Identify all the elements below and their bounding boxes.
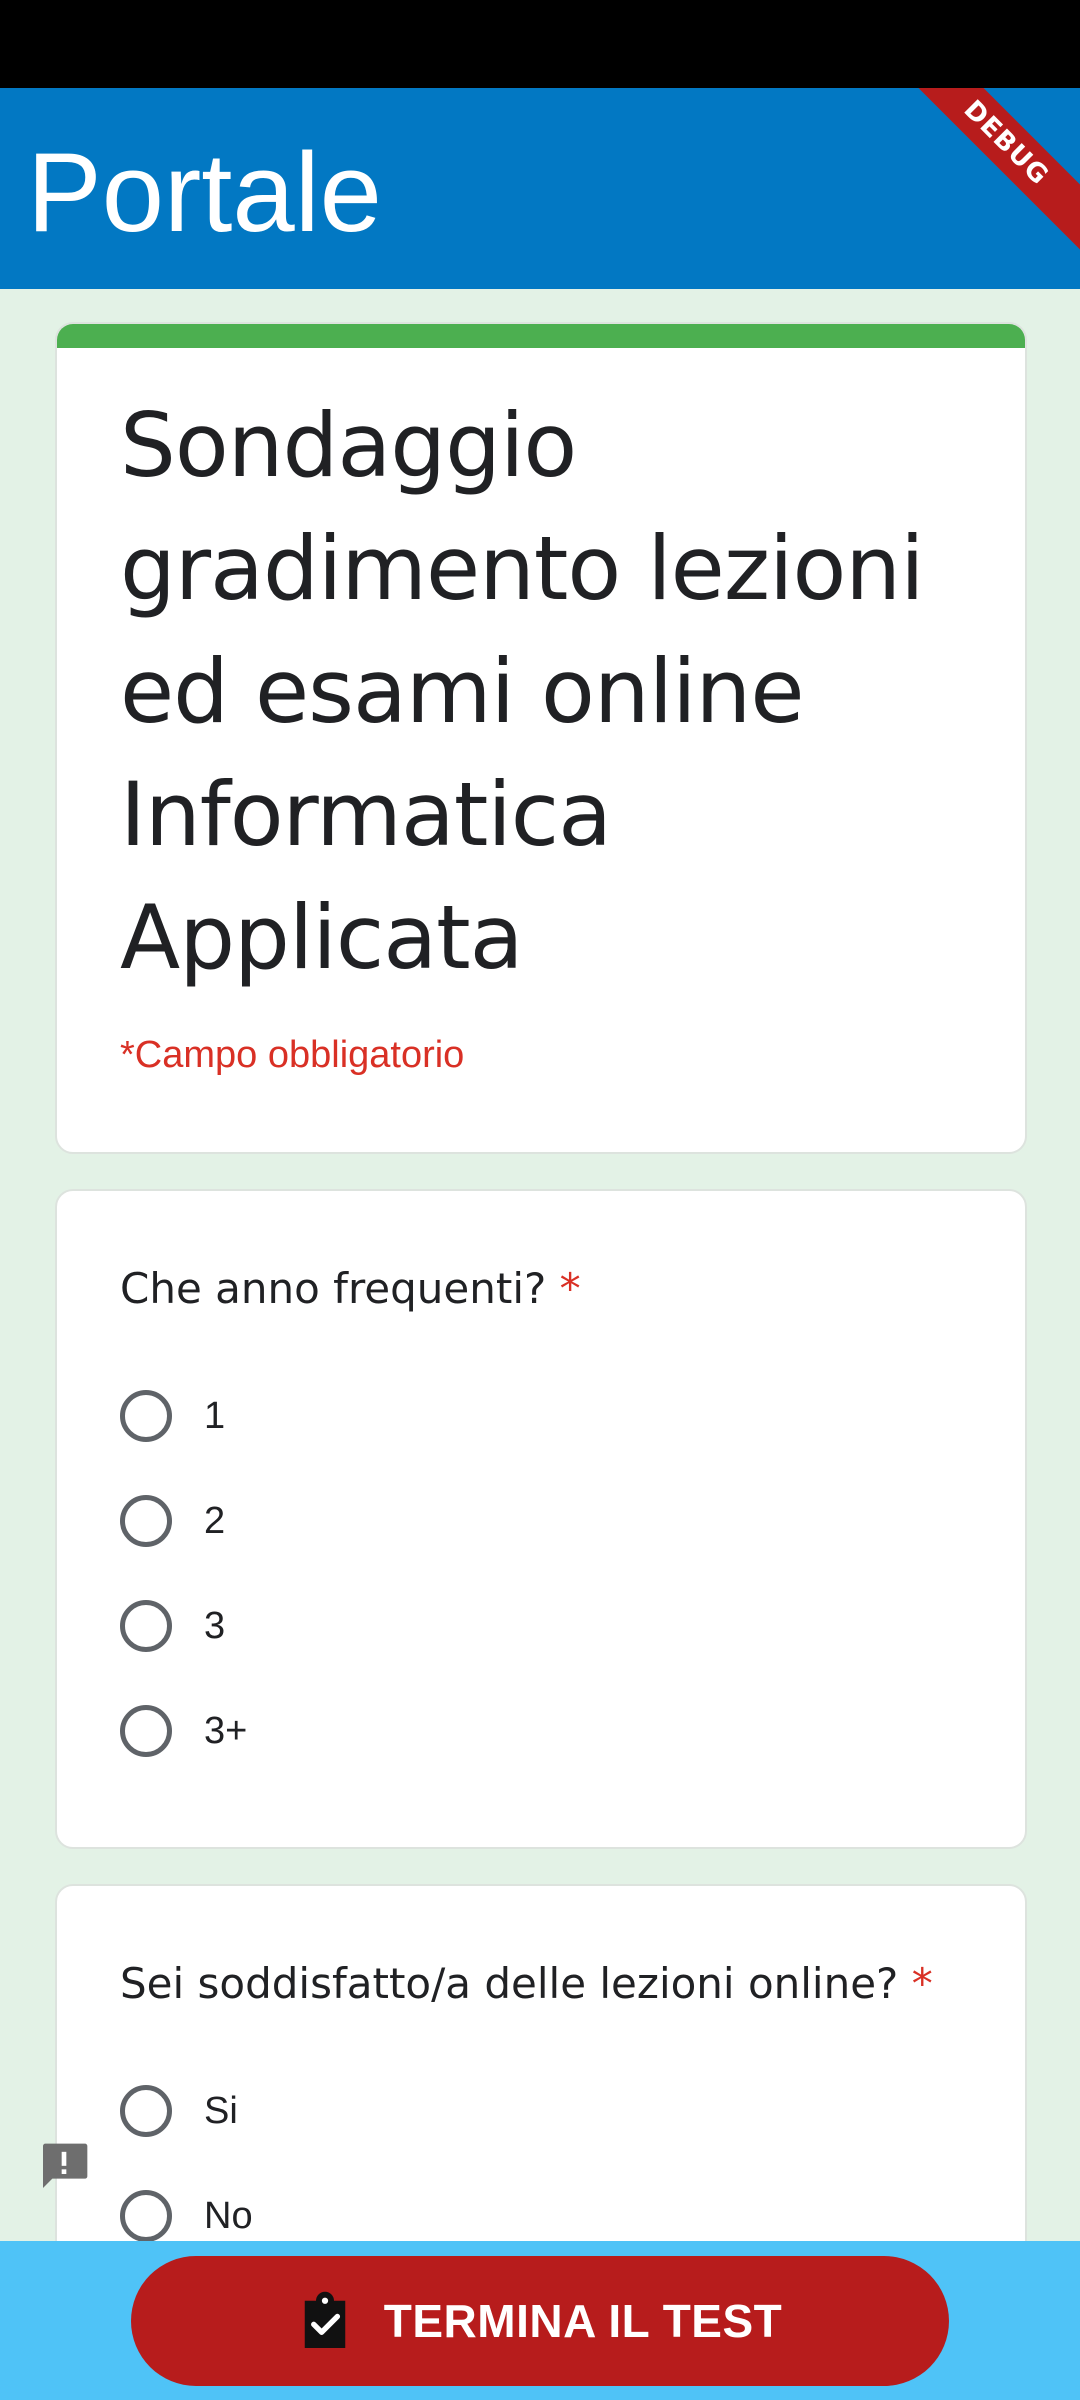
status-bar [0,0,1080,88]
radio-option-no[interactable]: No [120,2181,820,2241]
form-header-card: Sondaggio gradimento lezioni ed esami on… [55,322,1027,1154]
required-asterisk: * [559,1264,581,1313]
radio-button[interactable] [120,1390,172,1442]
option-label: Si [204,2089,238,2132]
question-label: Che anno frequenti? [120,1264,547,1313]
option-label: No [204,2194,253,2237]
radio-option-1[interactable]: 1 [120,1381,820,1451]
radio-option-2[interactable]: 2 [120,1486,820,1556]
radio-option-3-plus[interactable]: 3+ [120,1696,820,1766]
radio-option-3[interactable]: 3 [120,1591,820,1661]
option-label: 3+ [204,1709,248,1752]
radio-button[interactable] [120,2190,172,2241]
radio-button[interactable] [120,1600,172,1652]
option-label: 1 [204,1394,226,1437]
feedback-icon[interactable] [36,2139,92,2195]
question-card-year: Che anno frequenti? * 1 2 3 3+ [55,1189,1027,1849]
radio-option-si[interactable]: Si [120,2076,820,2146]
finish-test-label: TERMINA IL TEST [383,2295,783,2347]
option-label: 2 [204,1499,226,1542]
bottom-bar: TERMINA IL TEST [0,2241,1080,2400]
radio-button[interactable] [120,2085,172,2137]
app-title: Portale [27,130,382,255]
option-label: 3 [204,1604,226,1647]
required-asterisk: * [911,1959,933,2008]
question-label: Sei soddisfatto/a delle lezioni online? [120,1959,899,2008]
required-field-note: *Campo obbligatorio [120,1034,465,1076]
question-card-satisfaction: Sei soddisfatto/a delle lezioni online? … [55,1884,1027,2241]
app-bar: Portale DEBUG [0,88,1080,289]
question-text: Che anno frequenti? * [120,1261,581,1317]
form-scroll-area[interactable]: Sondaggio gradimento lezioni ed esami on… [0,289,1080,2241]
question-text: Sei soddisfatto/a delle lezioni online? … [120,1956,933,2012]
form-accent-strip [57,324,1025,348]
form-title: Sondaggio gradimento lezioni ed esami on… [120,394,925,989]
radio-button[interactable] [120,1705,172,1757]
debug-banner: DEBUG [897,88,1080,252]
radio-button[interactable] [120,1495,172,1547]
finish-test-button[interactable]: TERMINA IL TEST [131,2256,949,2386]
clipboard-check-icon [304,2291,345,2348]
